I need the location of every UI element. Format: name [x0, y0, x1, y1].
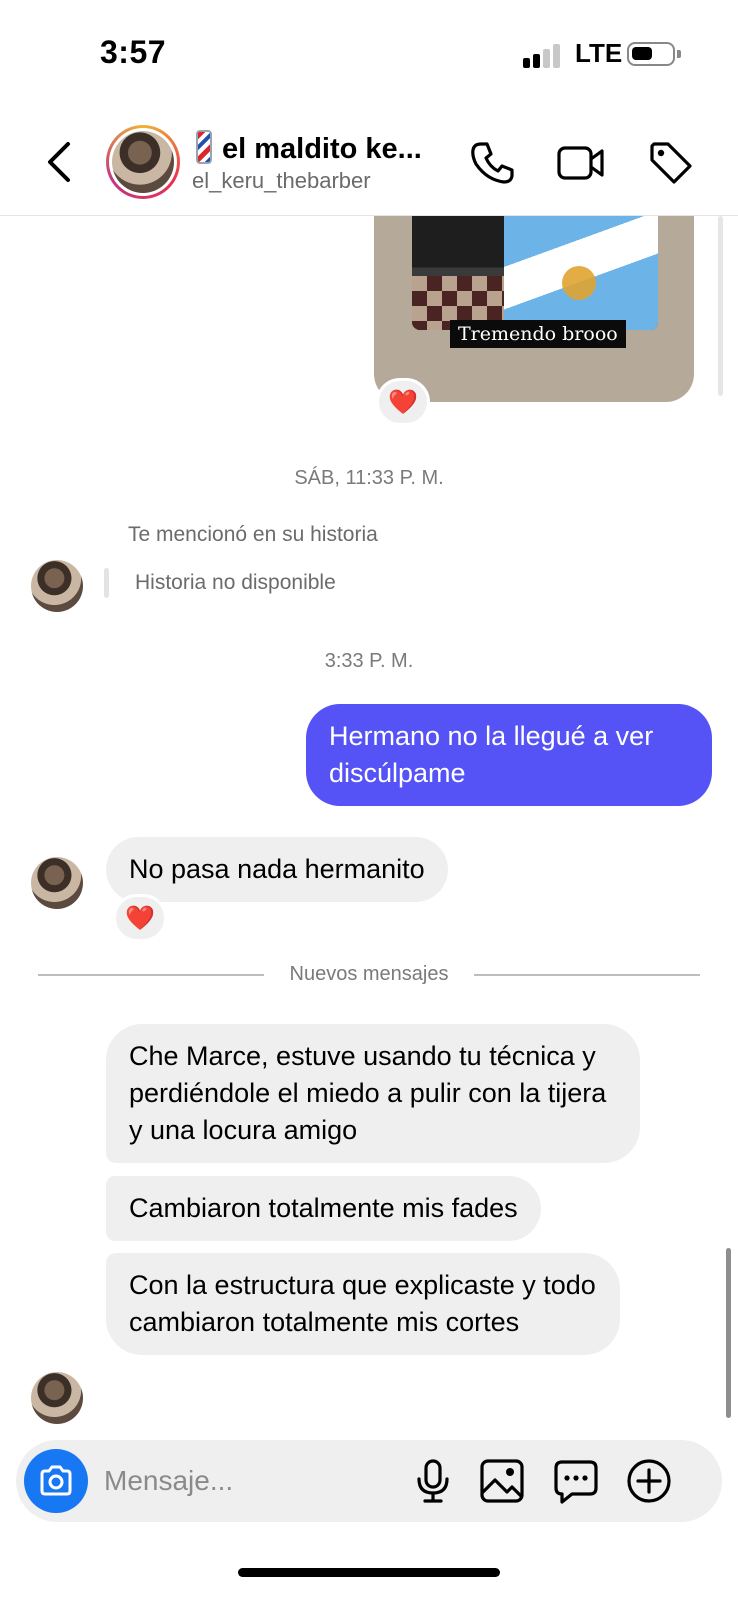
status-time: 3:57: [100, 34, 167, 70]
heart-icon: ❤️: [125, 904, 155, 932]
network-label: LTE: [575, 38, 623, 68]
contact-avatar[interactable]: [106, 125, 180, 199]
timestamp: 3:33 P. M.: [324, 650, 414, 672]
barber-pole-icon: [196, 130, 212, 164]
message-reaction[interactable]: ❤️: [113, 894, 167, 942]
avatar-image: [112, 131, 174, 193]
phone-icon[interactable]: [467, 138, 517, 188]
microphone-icon[interactable]: [409, 1457, 457, 1505]
scrollbar-track: [718, 216, 723, 396]
status-bar: 3:57 LTE: [0, 0, 738, 110]
camera-icon: [40, 1465, 72, 1496]
incoming-message[interactable]: Cambiaron totalmente mis fades: [106, 1176, 541, 1241]
story-reaction[interactable]: ❤️: [376, 378, 430, 426]
timestamp: SÁB, 11:33 P. M.: [294, 467, 444, 489]
plus-circle-icon[interactable]: [625, 1457, 673, 1505]
incoming-message[interactable]: Che Marce, estuve usando tu técnica y pe…: [106, 1024, 640, 1163]
story-reply-card[interactable]: Tremendo brooo: [374, 216, 694, 402]
chat-header: el maldito ke... el_keru_thebarber: [0, 110, 738, 216]
sender-avatar[interactable]: [31, 560, 83, 612]
sticker-chat-icon[interactable]: [552, 1457, 600, 1505]
home-indicator[interactable]: [238, 1568, 500, 1577]
message-list[interactable]: Tremendo brooo ❤️ SÁB, 11:33 P. M. Te me…: [0, 216, 738, 1424]
heart-icon: ❤️: [388, 388, 418, 416]
sender-avatar[interactable]: [31, 1372, 83, 1424]
story-caption: Tremendo brooo: [450, 320, 626, 348]
outgoing-message[interactable]: Hermano no la llegué a ver discúlpame: [306, 704, 712, 806]
story-image: [412, 216, 658, 330]
incoming-message[interactable]: No pasa nada hermanito: [106, 837, 448, 902]
video-camera-icon[interactable]: [556, 138, 606, 188]
divider-line: [474, 974, 700, 976]
camera-button[interactable]: [24, 1449, 88, 1513]
message-input[interactable]: [104, 1460, 404, 1502]
scrollbar[interactable]: [726, 1248, 731, 1418]
reply-bar: [104, 568, 109, 598]
sender-avatar[interactable]: [31, 857, 83, 909]
signal-icon: [523, 44, 563, 68]
battery-icon: [627, 42, 681, 66]
image-icon[interactable]: [478, 1457, 526, 1505]
message-composer: [16, 1440, 722, 1522]
contact-name[interactable]: el maldito ke...: [196, 130, 422, 166]
mention-label: Te mencionó en su historia: [128, 523, 378, 546]
contact-username[interactable]: el_keru_thebarber: [192, 168, 371, 194]
incoming-message[interactable]: Con la estructura que explicaste y todo …: [106, 1253, 620, 1355]
contact-name-text: el maldito ke...: [222, 133, 422, 165]
story-unavailable[interactable]: Historia no disponible: [135, 571, 336, 595]
back-chevron-icon[interactable]: [40, 140, 80, 184]
tag-icon[interactable]: [646, 138, 696, 188]
